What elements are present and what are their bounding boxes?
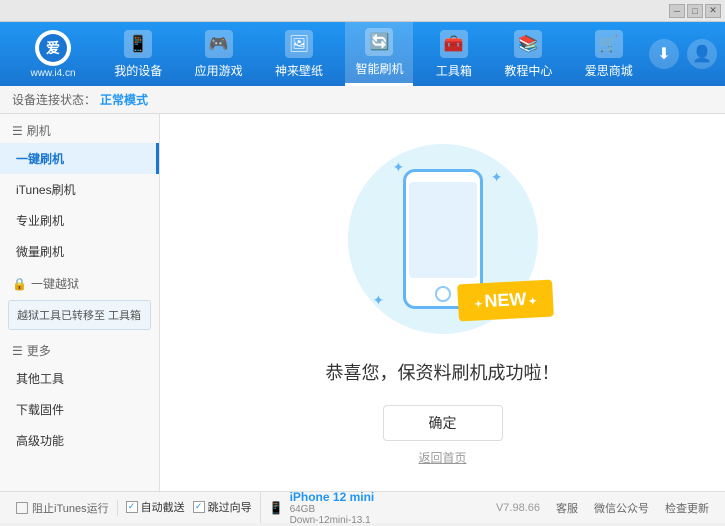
title-bar: ─ □ ✕ (0, 0, 725, 22)
nav-items: 📱 我的设备 🎮 应用游戏 🖼 神来壁纸 🔄 智能刷机 🧰 工具箱 📚 教程中心… (98, 22, 649, 86)
sidebar-item-one-key[interactable]: 一键刷机 (0, 143, 159, 174)
nav-icon-tutorial: 📚 (514, 30, 542, 58)
nav-item-apps[interactable]: 🎮 应用游戏 (185, 22, 253, 86)
nav-icon-flash: 🔄 (365, 28, 393, 56)
sparkle-1: ✦ (393, 159, 405, 176)
download-button[interactable]: ⬇ (649, 39, 679, 69)
new-badge: NEW (457, 280, 554, 322)
auto-send-checkbox[interactable] (126, 501, 138, 513)
section-label-more: 更多 (27, 342, 51, 359)
device-os: Down-12mini-13.1 (290, 515, 375, 526)
back-home-link[interactable]: 返回首页 (418, 449, 466, 466)
sidebar-item-itunes[interactable]: iTunes刷机 (0, 174, 159, 205)
wechat-link[interactable]: 微信公众号 (594, 500, 649, 516)
nav-label-wallpaper: 神来壁纸 (275, 62, 323, 79)
sidebar-item-pro[interactable]: 专业刷机 (0, 205, 159, 236)
auto-send-checkbox-item[interactable]: 自动截送 (126, 499, 185, 515)
logo-icon: 爱 (39, 34, 67, 62)
sidebar-item-other-tools[interactable]: 其他工具 (0, 363, 159, 394)
nav-item-wallpaper[interactable]: 🖼 神来壁纸 (265, 22, 333, 86)
device-storage: 64GB (290, 504, 375, 515)
logo-area[interactable]: 爱 www.i4.cn (8, 30, 98, 79)
nav-icon-store: 🛒 (595, 30, 623, 58)
sidebar-item-download-firmware[interactable]: 下载固件 (0, 394, 159, 425)
stop-itunes-area[interactable]: 阻止iTunes运行 (8, 500, 118, 516)
nav-label-device: 我的设备 (114, 62, 162, 79)
update-link[interactable]: 检查更新 (665, 500, 709, 516)
section-icon-flash: ☰ (12, 124, 23, 138)
section-icon-more: ☰ (12, 344, 23, 358)
close-button[interactable]: ✕ (705, 4, 721, 18)
main-area: ☰ 刷机 一键刷机 iTunes刷机 专业刷机 微量刷机 🔒 一键越狱 越狱工具… (0, 114, 725, 491)
skip-wizard-checkbox-item[interactable]: 跳过向导 (193, 499, 252, 515)
sidebar-item-advanced[interactable]: 高级功能 (0, 425, 159, 456)
bottom-right-area: V7.98.66 客服 微信公众号 检查更新 (496, 500, 717, 516)
sidebar-section-jailbreak: 🔒 一键越狱 (0, 267, 159, 296)
skip-wizard-checkbox[interactable] (193, 501, 205, 513)
status-label: 设备连接状态： (12, 91, 96, 108)
nav-label-flash: 智能刷机 (355, 60, 403, 77)
phone-screen (409, 182, 477, 278)
status-bar: 设备连接状态： 正常模式 (0, 86, 725, 114)
service-link[interactable]: 客服 (556, 500, 578, 516)
version-text: V7.98.66 (496, 502, 540, 514)
nav-item-tutorial[interactable]: 📚 教程中心 (494, 22, 562, 86)
sidebar-section-flash: ☰ 刷机 (0, 114, 159, 143)
stop-itunes-label: 阻止iTunes运行 (32, 500, 109, 516)
window-controls: ─ □ ✕ (669, 4, 721, 18)
content-area: ✦ ✦ ✦ NEW 恭喜您，保资料刷机成功啦！ 确定 返回首页 (160, 114, 725, 491)
device-name: iPhone 12 mini (290, 490, 375, 504)
sidebar: ☰ 刷机 一键刷机 iTunes刷机 专业刷机 微量刷机 🔒 一键越狱 越狱工具… (0, 114, 160, 491)
device-info: iPhone 12 mini 64GB Down-12mini-13.1 (290, 490, 375, 526)
confirm-button[interactable]: 确定 (383, 405, 503, 441)
maximize-button[interactable]: □ (687, 4, 703, 18)
nav-item-toolbox[interactable]: 🧰 工具箱 (426, 22, 482, 86)
nav-label-tutorial: 教程中心 (504, 62, 552, 79)
nav-label-store: 爱思商城 (585, 62, 633, 79)
nav-item-my-device[interactable]: 📱 我的设备 (104, 22, 172, 86)
nav-right-area: ⬇ 👤 (649, 39, 717, 69)
nav-label-apps: 应用游戏 (195, 62, 243, 79)
nav-item-flash[interactable]: 🔄 智能刷机 (345, 22, 413, 86)
bottom-bar: 阻止iTunes运行 自动截送 跳过向导 📱 iPhone 12 mini 64… (0, 491, 725, 523)
user-button[interactable]: 👤 (687, 39, 717, 69)
section-label-flash: 刷机 (27, 122, 51, 139)
nav-icon-apps: 🎮 (205, 30, 233, 58)
nav-icon-device: 📱 (124, 30, 152, 58)
top-nav: 爱 www.i4.cn 📱 我的设备 🎮 应用游戏 🖼 神来壁纸 🔄 智能刷机 … (0, 22, 725, 86)
jailbreak-note: 越狱工具已转移至 工具箱 (8, 300, 151, 330)
jailbreak-label: 一键越狱 (31, 275, 79, 292)
nav-icon-toolbox: 🧰 (440, 30, 468, 58)
sparkle-3: ✦ (373, 292, 385, 309)
nav-icon-wallpaper: 🖼 (285, 30, 313, 58)
device-info-area: 📱 iPhone 12 mini 64GB Down-12mini-13.1 (261, 490, 496, 526)
status-value: 正常模式 (100, 91, 148, 108)
stop-itunes-checkbox[interactable] (16, 502, 28, 514)
minimize-button[interactable]: ─ (669, 4, 685, 18)
phone-illustration: ✦ ✦ ✦ NEW (343, 139, 543, 339)
success-text: 恭喜您，保资料刷机成功啦！ (326, 359, 560, 385)
logo-circle: 爱 (35, 30, 71, 66)
logo-text: www.i4.cn (30, 68, 75, 79)
sidebar-section-more: ☰ 更多 (0, 334, 159, 363)
nav-item-store[interactable]: 🛒 爱思商城 (575, 22, 643, 86)
nav-label-toolbox: 工具箱 (436, 62, 472, 79)
sidebar-item-micro[interactable]: 微量刷机 (0, 236, 159, 267)
lock-icon: 🔒 (12, 277, 27, 291)
sparkle-2: ✦ (491, 169, 503, 186)
auto-send-label: 自动截送 (141, 499, 185, 515)
phone-home-button (435, 286, 451, 302)
device-icon: 📱 (269, 501, 284, 515)
note-text: 越狱工具已转移至 工具箱 (17, 307, 141, 323)
skip-wizard-label: 跳过向导 (208, 499, 252, 515)
checkbox-area: 自动截送 跳过向导 (126, 499, 252, 515)
